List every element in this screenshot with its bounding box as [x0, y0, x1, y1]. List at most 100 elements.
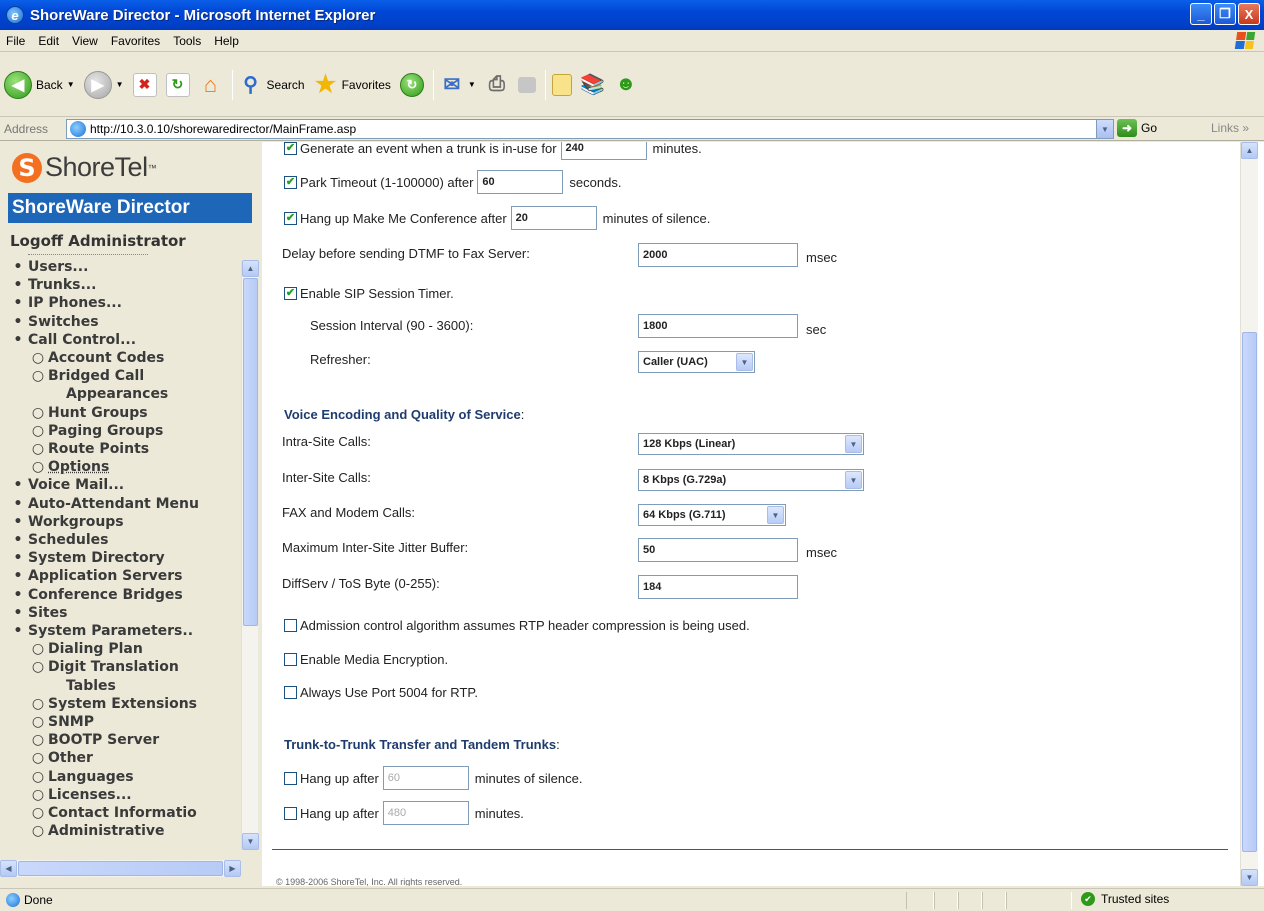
nav-item-bridged-call[interactable]: ○ Bridged Call [8, 367, 236, 385]
discuss-button[interactable] [551, 73, 572, 96]
nav-item-application-servers[interactable]: • Application Servers [8, 567, 236, 585]
hangup-silence-input[interactable]: 60 [382, 766, 469, 790]
print-button[interactable]: ⎙ [485, 73, 509, 97]
intra-site-select[interactable]: 128 Kbps (Linear) ▼ [638, 433, 864, 455]
park-timeout-checkbox[interactable]: ✔ [284, 175, 297, 189]
nav-item-contact-information[interactable]: ○ Contact Informatio [8, 804, 236, 822]
nav-item-system-extensions[interactable]: ○ System Extensions [8, 695, 236, 713]
nav-item-workgroups[interactable]: • Workgroups [8, 513, 236, 531]
menu-edit[interactable]: Edit [38, 34, 59, 48]
fax-modem-select[interactable]: 64 Kbps (G.711) ▼ [638, 504, 786, 526]
session-interval-input[interactable]: 1800 [638, 314, 798, 338]
nav-item-trunks[interactable]: • Trunks... [8, 276, 236, 294]
inter-site-select[interactable]: 8 Kbps (G.729a) ▼ [638, 469, 864, 491]
scroll-down-icon[interactable]: ▼ [242, 833, 259, 850]
diffserv-input[interactable]: 184 [638, 575, 798, 599]
hangup-conference-input[interactable]: 20 [510, 206, 597, 230]
minimize-button[interactable]: _ [1190, 3, 1212, 25]
nav-item-ip-phones[interactable]: • IP Phones... [8, 294, 236, 312]
scroll-thumb-horizontal[interactable] [18, 861, 223, 876]
go-button[interactable]: ➜ Go [1117, 119, 1157, 137]
nav-item-administrative[interactable]: ○ Administrative [8, 822, 236, 840]
nav-item-system-parameters[interactable]: • System Parameters.. [8, 622, 236, 640]
menu-view[interactable]: View [72, 34, 98, 48]
hangup-conference-checkbox[interactable]: ✔ [284, 211, 297, 225]
menu-favorites[interactable]: Favorites [111, 34, 160, 48]
favorites-button[interactable]: ★ Favorites [314, 71, 391, 98]
nav-item-licenses[interactable]: ○ Licenses... [8, 786, 236, 804]
research-button[interactable]: 📚 [580, 73, 605, 97]
nav-item-dialing-plan[interactable]: ○ Dialing Plan [8, 640, 236, 658]
scroll-up-icon[interactable]: ▲ [1241, 142, 1258, 159]
park-timeout-input[interactable]: 60 [477, 170, 564, 194]
nav-vertical-scrollbar[interactable]: ▲ ▼ [241, 260, 259, 850]
forward-button[interactable]: ▶ ▼ [83, 70, 124, 99]
scroll-thumb[interactable] [1242, 332, 1257, 852]
jitter-buffer-input[interactable]: 50 [638, 538, 798, 562]
media-encryption-checkbox[interactable] [284, 653, 297, 666]
messenger-button[interactable]: ☻ [614, 73, 638, 97]
refresher-select[interactable]: Caller (UAC) ▼ [638, 351, 755, 373]
nav-item-users[interactable]: • Users... [8, 258, 236, 276]
home-button[interactable]: ⌂ [199, 72, 223, 97]
nav-item-appearances[interactable]: Appearances [8, 385, 236, 403]
chevron-down-icon[interactable]: ▼ [845, 435, 862, 453]
content-vertical-scrollbar[interactable]: ▲ ▼ [1240, 142, 1258, 886]
menu-tools[interactable]: Tools [173, 34, 201, 48]
nav-item-digit-translation[interactable]: ○ Digit Translation [8, 658, 236, 676]
history-button[interactable]: ↻ [399, 72, 424, 97]
nav-item-other[interactable]: ○ Other [8, 749, 236, 767]
trunk-event-input[interactable]: 240 [560, 142, 647, 160]
mail-button[interactable]: ✉ ▼ [440, 73, 476, 97]
nav-item-tables[interactable]: Tables [8, 677, 236, 695]
mail-dropdown-icon[interactable]: ▼ [468, 80, 476, 89]
chevron-down-icon[interactable]: ▼ [736, 353, 753, 371]
nav-item-system-directory[interactable]: • System Directory [8, 549, 236, 567]
nav-item-schedules[interactable]: • Schedules [8, 531, 236, 549]
stop-button[interactable]: ✖ [132, 72, 157, 97]
forward-dropdown-icon[interactable]: ▼ [116, 80, 124, 89]
address-input[interactable]: http://10.3.0.10/shorewaredirector/MainF… [66, 119, 1114, 139]
scroll-up-icon[interactable]: ▲ [242, 260, 259, 277]
scroll-thumb[interactable] [243, 278, 258, 626]
nav-item-languages[interactable]: ○ Languages [8, 768, 236, 786]
address-dropdown-icon[interactable]: ▼ [1096, 120, 1113, 138]
chevron-down-icon[interactable]: ▼ [767, 506, 784, 524]
scroll-down-icon[interactable]: ▼ [1241, 869, 1258, 886]
nav-item-bootp-server[interactable]: ○ BOOTP Server [8, 731, 236, 749]
hangup-minutes-input[interactable]: 480 [382, 801, 469, 825]
hangup-silence-checkbox[interactable] [284, 771, 297, 785]
edit-button[interactable] [517, 76, 536, 93]
back-dropdown-icon[interactable]: ▼ [67, 80, 75, 89]
trunk-event-checkbox[interactable]: ✔ [284, 142, 297, 155]
nav-item-account-codes[interactable]: ○ Account Codes [8, 349, 236, 367]
nav-item-paging-groups[interactable]: ○ Paging Groups [8, 422, 236, 440]
dtmf-delay-input[interactable]: 2000 [638, 243, 798, 267]
sip-timer-checkbox[interactable]: ✔ [284, 287, 297, 300]
links-button[interactable]: Links » [1211, 121, 1249, 135]
scroll-left-icon[interactable]: ◀ [0, 860, 17, 877]
maximize-button[interactable]: ❐ [1214, 3, 1236, 25]
close-button[interactable]: X [1238, 3, 1260, 25]
nav-item-snmp[interactable]: ○ SNMP [8, 713, 236, 731]
nav-item-options[interactable]: ○ Options [8, 458, 236, 476]
nav-item-sites[interactable]: • Sites [8, 604, 236, 622]
scroll-right-icon[interactable]: ▶ [224, 860, 241, 877]
nav-item-switches[interactable]: • Switches [8, 313, 236, 331]
nav-item-voice-mail[interactable]: • Voice Mail... [8, 476, 236, 494]
nav-horizontal-scrollbar[interactable]: ◀ ▶ [0, 860, 241, 877]
nav-item-auto-attendant[interactable]: • Auto-Attendant Menu [8, 495, 236, 513]
hangup-minutes-checkbox[interactable] [284, 806, 297, 820]
nav-item-route-points[interactable]: ○ Route Points [8, 440, 236, 458]
back-button[interactable]: ◀ Back ▼ [4, 70, 75, 99]
menu-help[interactable]: Help [214, 34, 239, 48]
nav-item-call-control[interactable]: • Call Control... [8, 331, 236, 349]
admission-control-checkbox[interactable] [284, 619, 297, 632]
nav-item-conference-bridges[interactable]: • Conference Bridges [8, 586, 236, 604]
logoff-link[interactable]: Logoff Administrator [10, 232, 186, 250]
menu-file[interactable]: File [6, 34, 25, 48]
chevron-down-icon[interactable]: ▼ [845, 471, 862, 489]
nav-item-hunt-groups[interactable]: ○ Hunt Groups [8, 404, 236, 422]
port-5004-checkbox[interactable] [284, 686, 297, 699]
search-button[interactable]: ⚲ Search [239, 73, 304, 97]
